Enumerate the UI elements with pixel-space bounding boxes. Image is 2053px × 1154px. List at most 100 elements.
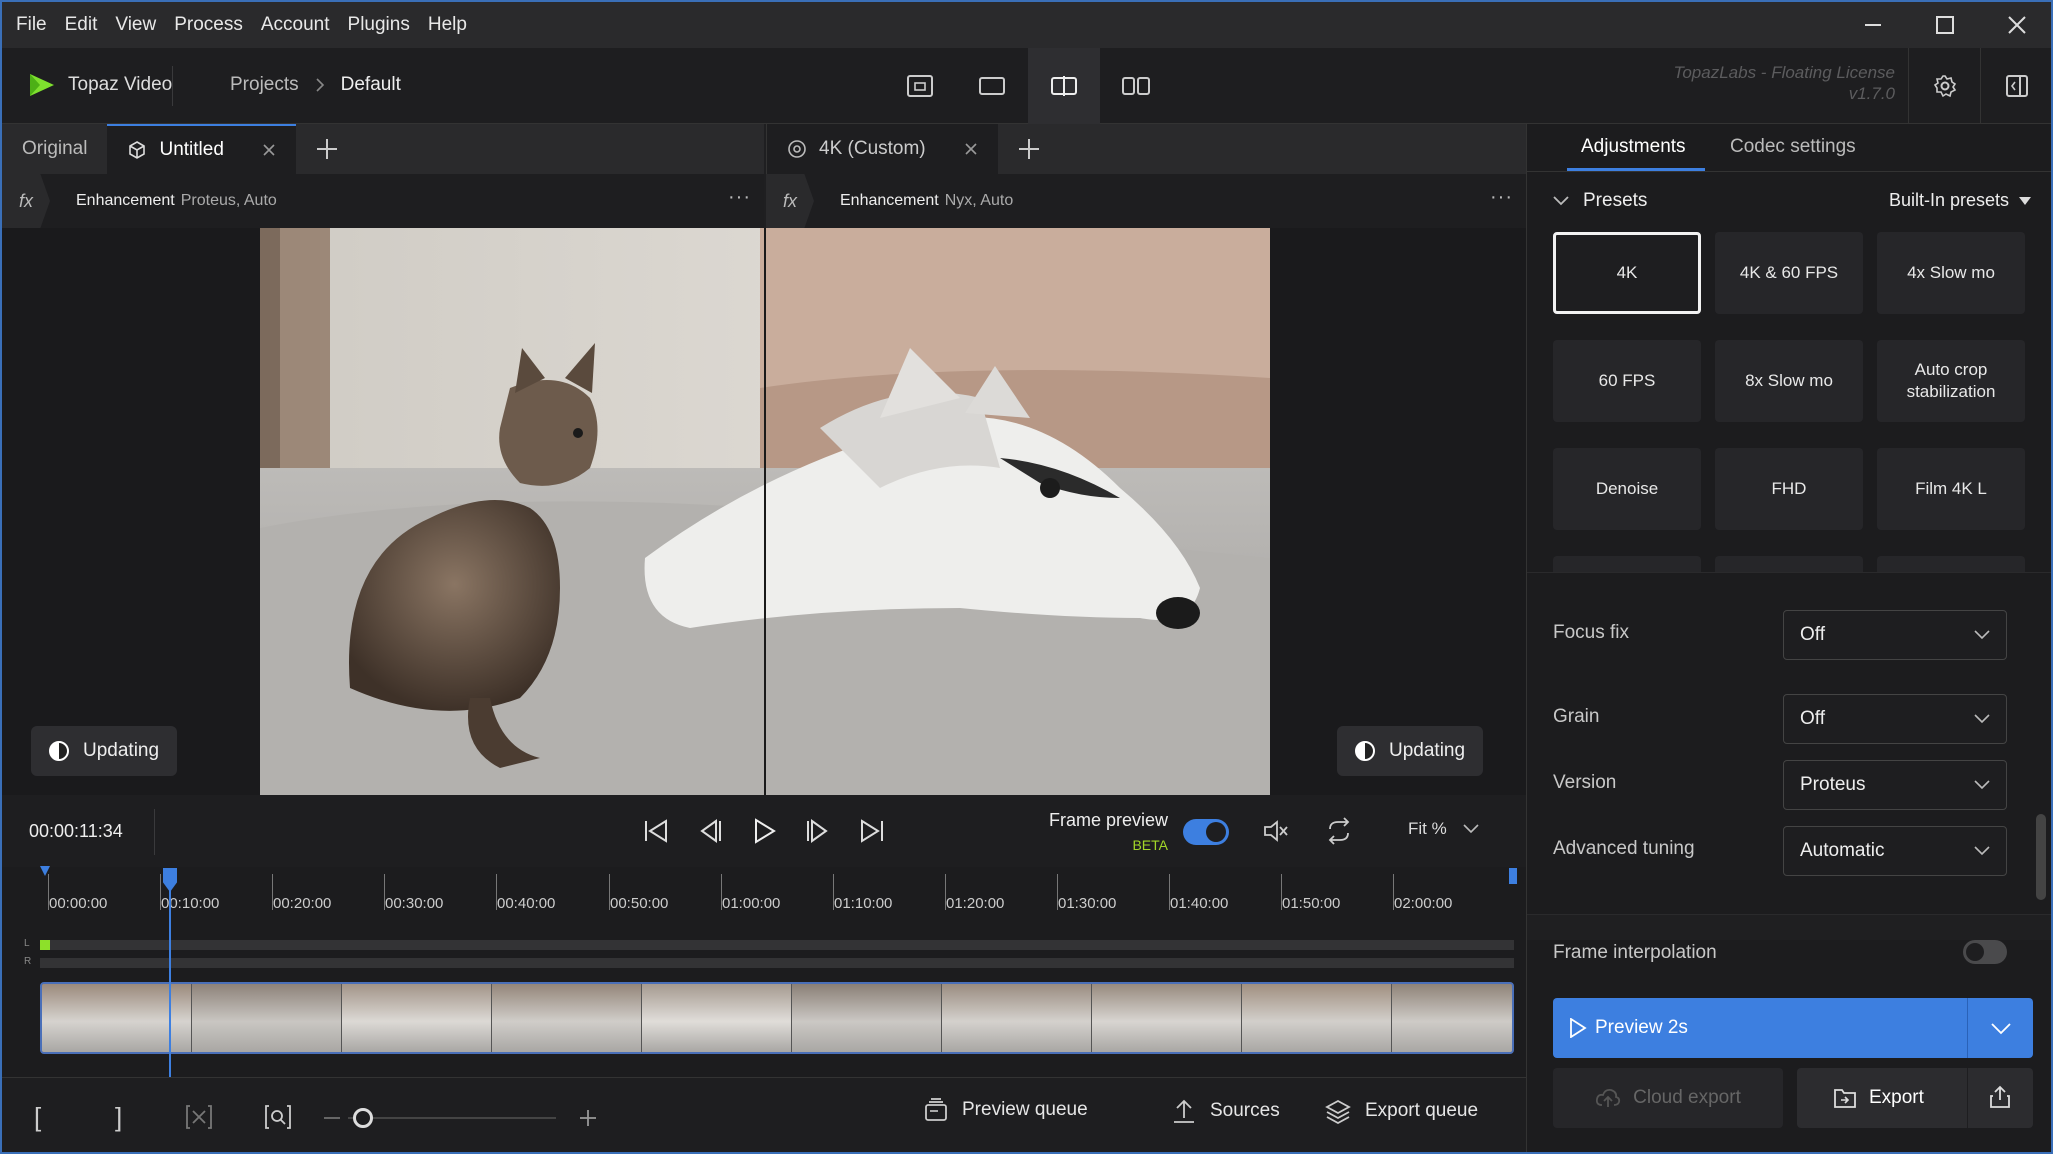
frame-interpolation-toggle[interactable]	[1963, 940, 2007, 964]
chevron-down-icon[interactable]	[1991, 1023, 2011, 1035]
preset-card[interactable]: General	[1877, 556, 2025, 572]
timeline-thumbnail	[942, 984, 1092, 1052]
focus-fix-select[interactable]: Off	[1783, 610, 2007, 660]
more-options-icon[interactable]: ···	[1490, 186, 1513, 209]
export-button[interactable]: Export	[1797, 1068, 2033, 1128]
preset-card[interactable]: Auto crop stabilization	[1877, 340, 2025, 422]
fx-icon[interactable]: fx	[766, 174, 814, 228]
zoom-to-selection-icon[interactable]	[265, 1104, 291, 1130]
mute-icon[interactable]	[1263, 819, 1289, 843]
more-options-icon[interactable]: ···	[728, 186, 751, 209]
menu-account[interactable]: Account	[261, 14, 330, 36]
play-icon[interactable]	[750, 817, 778, 845]
video-frame[interactable]	[260, 228, 1270, 795]
add-tab-left-button[interactable]	[296, 124, 358, 174]
out-point-marker[interactable]	[1509, 868, 1517, 884]
menu-process[interactable]: Process	[174, 14, 243, 36]
zoom-in-icon[interactable]	[579, 1109, 597, 1127]
sources-label: Sources	[1210, 1100, 1280, 1121]
preset-card[interactable]: 8x Slow mo	[1715, 340, 1863, 422]
breadcrumb-projects[interactable]: Projects	[230, 74, 299, 96]
share-icon[interactable]	[1989, 1085, 2011, 1109]
tab-adjustments[interactable]: Adjustments	[1581, 136, 1686, 158]
view-split-button[interactable]	[1028, 48, 1100, 124]
thumbnail-strip	[42, 984, 1512, 1052]
close-tab-icon[interactable]	[964, 142, 978, 156]
fx-left-detail[interactable]: Proteus, Auto	[181, 192, 277, 210]
preset-label: 4x Slow mo	[1907, 263, 1995, 282]
preset-card[interactable]: 4K & 60 FPS	[1715, 232, 1863, 314]
close-tab-icon[interactable]	[262, 143, 276, 157]
tab-original[interactable]: Original	[2, 124, 107, 174]
menu-view[interactable]: View	[115, 14, 156, 36]
next-frame-icon[interactable]	[804, 817, 832, 845]
toggle-panel-button[interactable]	[1980, 48, 2051, 124]
plus-icon	[1018, 139, 1039, 159]
fx-right-title[interactable]: Enhancement	[840, 192, 939, 210]
version-value: Proteus	[1800, 774, 1866, 795]
minimize-button[interactable]	[1837, 2, 1909, 48]
cloud-export-button[interactable]: Cloud export	[1553, 1068, 1783, 1128]
timeline-zoom-slider[interactable]	[348, 1117, 556, 1119]
preset-card[interactable]: FHD	[1715, 448, 1863, 530]
menu-help[interactable]: Help	[428, 14, 467, 36]
preset-card[interactable]	[1553, 556, 1701, 572]
video-thumbnail-track[interactable]	[40, 982, 1514, 1054]
timecode[interactable]: 00:00:11:34	[29, 821, 123, 842]
left-updating-status: Updating	[31, 726, 178, 776]
sources-button[interactable]: Sources	[1172, 1098, 1280, 1124]
preview-queue-button[interactable]: Preview queue	[924, 1098, 1088, 1122]
zoom-slider-handle[interactable]	[353, 1108, 373, 1128]
preset-card[interactable]: 60 FPS	[1553, 340, 1701, 422]
fx-left-title[interactable]: Enhancement	[76, 192, 175, 210]
preset-card[interactable]: Denoise	[1553, 448, 1701, 530]
add-tab-right-button[interactable]	[998, 124, 1060, 174]
license-text: TopazLabs - Floating License	[1673, 63, 1895, 82]
menu-edit[interactable]: Edit	[65, 14, 98, 36]
zoom-fit-select[interactable]: Fit %	[1408, 819, 1479, 839]
skip-to-start-icon[interactable]	[642, 817, 670, 845]
fx-right-detail[interactable]: Nyx, Auto	[945, 192, 1013, 210]
preset-card[interactable]: 4x Slow mo	[1877, 232, 2025, 314]
settings-button[interactable]	[1908, 48, 1980, 124]
menu-file[interactable]: File	[16, 14, 47, 36]
close-window-button[interactable]	[1981, 2, 2051, 48]
presets-header[interactable]: Presets	[1553, 190, 1647, 212]
playhead[interactable]	[169, 868, 171, 1078]
zoom-out-icon[interactable]	[324, 1117, 340, 1119]
in-point-marker[interactable]	[40, 866, 50, 876]
frame-preview-toggle[interactable]	[1183, 819, 1229, 845]
divider	[172, 66, 173, 106]
tab-codec-settings[interactable]: Codec settings	[1730, 136, 1856, 158]
plus-icon	[316, 139, 337, 159]
loop-icon[interactable]	[1326, 817, 1352, 845]
view-side-by-side-button[interactable]	[1100, 48, 1172, 124]
export-queue-button[interactable]: Export queue	[1325, 1098, 1478, 1124]
tab-4k-custom[interactable]: 4K (Custom)	[766, 124, 998, 174]
view-single-crop-button[interactable]	[884, 48, 956, 124]
tab-untitled[interactable]: Untitled	[107, 124, 296, 174]
chevron-down-icon	[1463, 824, 1479, 834]
builtin-presets-dropdown[interactable]: Built-In presets	[1889, 190, 2031, 211]
fx-icon[interactable]: fx	[2, 174, 50, 228]
skip-to-end-icon[interactable]	[858, 817, 886, 845]
version-select[interactable]: Proteus	[1783, 760, 2007, 810]
view-single-button[interactable]	[956, 48, 1028, 124]
toolbar: Topaz Video Projects Default TopazLabs -…	[2, 48, 2051, 124]
breadcrumb-current[interactable]: Default	[341, 74, 401, 96]
chevron-down-icon	[1974, 846, 1990, 856]
side-by-side-icon	[1122, 77, 1150, 95]
set-out-point-icon[interactable]: ]	[115, 1102, 122, 1133]
clear-in-out-icon[interactable]	[186, 1104, 212, 1130]
preset-card[interactable]: 4K	[1553, 232, 1701, 314]
preset-card[interactable]: Film 4K L	[1877, 448, 2025, 530]
preview-button[interactable]: Preview 2s	[1553, 998, 2033, 1058]
preset-card[interactable]	[1715, 556, 1863, 572]
previous-frame-icon[interactable]	[696, 817, 724, 845]
maximize-button[interactable]	[1909, 2, 1981, 48]
panel-scrollbar[interactable]	[2036, 814, 2046, 900]
set-in-point-icon[interactable]: [	[34, 1102, 41, 1133]
grain-select[interactable]: Off	[1783, 694, 2007, 744]
advanced-tuning-select[interactable]: Automatic	[1783, 826, 2007, 876]
menu-plugins[interactable]: Plugins	[348, 14, 410, 36]
